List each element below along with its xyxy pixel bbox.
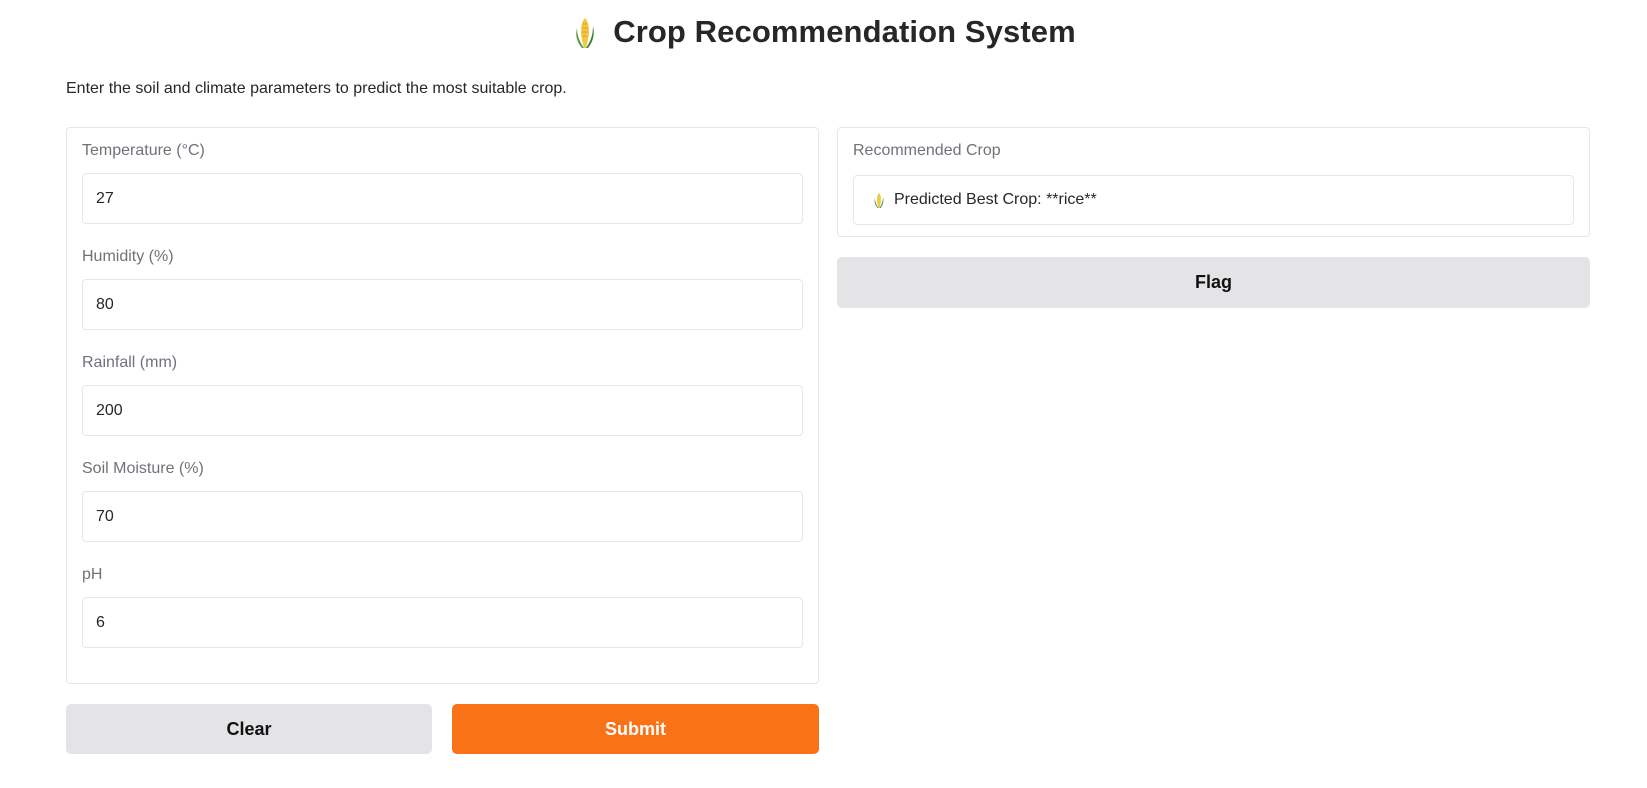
page-description: Enter the soil and climate parameters to… <box>66 80 567 97</box>
rainfall-input[interactable] <box>82 385 803 436</box>
page-title: Crop Recommendation System <box>613 14 1076 49</box>
clear-button[interactable]: Clear <box>66 704 432 754</box>
recommended-crop-output: Predicted Best Crop: **rice** <box>853 175 1574 225</box>
output-panel: Recommended Crop Predicted Best Crop: **… <box>837 127 1590 237</box>
corn-icon <box>571 14 599 50</box>
humidity-label: Humidity (%) <box>82 248 174 265</box>
temperature-input[interactable] <box>82 173 803 224</box>
corn-icon <box>872 191 886 209</box>
recommended-crop-label: Recommended Crop <box>853 142 1001 159</box>
recommended-crop-text: Predicted Best Crop: **rice** <box>894 191 1097 208</box>
submit-button[interactable]: Submit <box>452 704 819 754</box>
ph-input[interactable] <box>82 597 803 648</box>
temperature-label: Temperature (°C) <box>82 142 205 159</box>
flag-button[interactable]: Flag <box>837 257 1590 308</box>
input-panel: Temperature (°C) Humidity (%) Rainfall (… <box>66 127 819 684</box>
rainfall-label: Rainfall (mm) <box>82 354 178 371</box>
ph-label: pH <box>82 566 103 583</box>
header: Crop Recommendation System <box>0 14 1647 50</box>
soil-moisture-input[interactable] <box>82 491 803 542</box>
humidity-input[interactable] <box>82 279 803 330</box>
soil-moisture-label: Soil Moisture (%) <box>82 460 204 477</box>
app-page: Crop Recommendation System Enter the soi… <box>0 0 1647 788</box>
